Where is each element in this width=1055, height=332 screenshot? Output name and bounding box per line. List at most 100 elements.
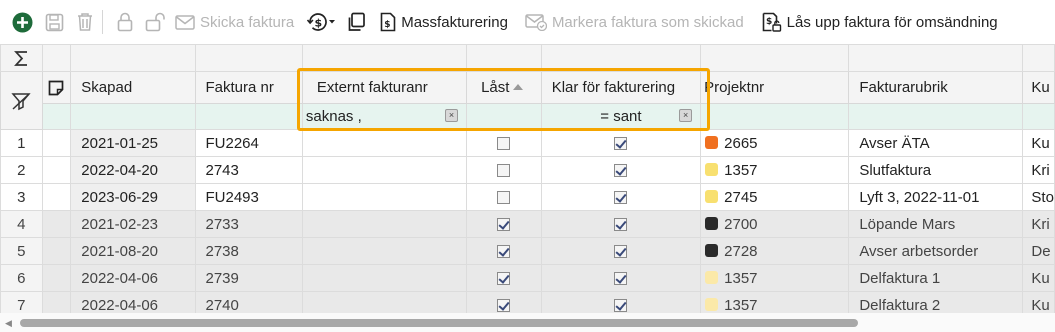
cell-created[interactable]: 2021-08-20 xyxy=(70,237,196,265)
unlock-resend-button[interactable]: $ Lås upp faktura för omsändning xyxy=(762,7,998,37)
ready-checkbox[interactable] xyxy=(614,218,628,232)
table-row[interactable]: 4 2021-02-23 2733 2700 Löpande Mars Kri xyxy=(0,210,1055,238)
column-header-external-no[interactable]: Externt fakturanr xyxy=(301,71,468,104)
ready-checkbox[interactable] xyxy=(614,272,628,286)
ready-checkbox[interactable] xyxy=(614,245,628,259)
cell-external-no[interactable] xyxy=(301,210,468,238)
cell-invoice-no[interactable]: 2739 xyxy=(194,264,303,292)
cell-project[interactable]: 2745 xyxy=(700,183,850,211)
note-cell[interactable] xyxy=(41,237,72,265)
cell-external-no[interactable] xyxy=(301,183,468,211)
cell-invoice-no[interactable]: FU2493 xyxy=(194,183,303,211)
cell-customer[interactable]: Ku xyxy=(1022,129,1055,157)
column-header-locked[interactable]: Låst xyxy=(466,71,542,104)
cell-heading[interactable]: Avser ÄTA xyxy=(848,129,1024,157)
filter-cell[interactable] xyxy=(41,103,72,130)
cell-invoice-no[interactable]: FU2264 xyxy=(194,129,303,157)
filter-cell-project[interactable] xyxy=(700,103,850,130)
notes-column-header[interactable] xyxy=(41,71,72,104)
note-cell[interactable] xyxy=(41,183,72,211)
note-cell[interactable] xyxy=(41,264,72,292)
cell-project[interactable]: 2700 xyxy=(700,210,850,238)
filter-cell-created[interactable] xyxy=(70,103,196,130)
filter-cell-locked[interactable] xyxy=(466,103,542,130)
cell-heading[interactable]: Delfaktura 1 xyxy=(848,264,1024,292)
cell-project[interactable]: 2665 xyxy=(700,129,850,157)
unlock-icon[interactable] xyxy=(145,7,165,37)
column-header-invoice-no[interactable]: Faktura nr xyxy=(194,71,303,104)
scrollbar-thumb[interactable] xyxy=(20,319,858,327)
cell-customer[interactable]: Ku xyxy=(1022,264,1055,292)
delete-icon[interactable] xyxy=(76,7,94,37)
note-cell[interactable] xyxy=(41,156,72,184)
cell-created[interactable]: 2022-04-06 xyxy=(70,264,196,292)
table-row[interactable]: 3 2023-06-29 FU2493 2745 Lyft 3, 2022-11-01 S… xyxy=(0,183,1055,211)
cell-ready[interactable] xyxy=(540,264,702,292)
lock-icon[interactable] xyxy=(117,7,133,37)
cell-heading[interactable]: Avser arbetsorder xyxy=(848,237,1024,265)
sum-toggle[interactable] xyxy=(0,44,43,72)
locked-checkbox[interactable] xyxy=(497,137,511,151)
filter-cell-customer[interactable] xyxy=(1022,103,1055,130)
cell-created[interactable]: 2021-01-25 xyxy=(70,129,196,157)
cell-external-no[interactable] xyxy=(301,156,468,184)
cell-external-no[interactable] xyxy=(301,264,468,292)
cell-external-no[interactable] xyxy=(301,237,468,265)
column-header-customer[interactable]: Ku xyxy=(1022,71,1055,104)
add-icon[interactable] xyxy=(12,7,33,37)
cell-locked[interactable] xyxy=(466,237,542,265)
filter-cell-external-no[interactable]: saknas , × xyxy=(301,103,468,130)
save-icon[interactable] xyxy=(45,7,64,37)
scroll-left-icon[interactable]: ◀ xyxy=(5,318,12,329)
cell-locked[interactable] xyxy=(466,129,542,157)
ready-checkbox[interactable] xyxy=(614,137,628,151)
cell-invoice-no[interactable]: 2733 xyxy=(194,210,303,238)
cell-project[interactable]: 1357 xyxy=(700,264,850,292)
cell-ready[interactable] xyxy=(540,156,702,184)
ready-checkbox[interactable] xyxy=(614,299,628,313)
clear-filters-button[interactable] xyxy=(0,71,43,130)
cell-locked[interactable] xyxy=(466,156,542,184)
cell-heading[interactable]: Löpande Mars xyxy=(848,210,1024,238)
cell-heading[interactable]: Slutfaktura xyxy=(848,156,1024,184)
filter-cell-ready[interactable]: = sant × xyxy=(540,103,702,130)
table-row[interactable]: 5 2021-08-20 2738 2728 Avser arbetsorder De xyxy=(0,237,1055,265)
cell-created[interactable]: 2023-06-29 xyxy=(70,183,196,211)
cell-invoice-no[interactable]: 2743 xyxy=(194,156,303,184)
table-row[interactable]: 1 2021-01-25 FU2264 2665 Avser ÄTA Ku xyxy=(0,129,1055,157)
filter-cell-invoice-no[interactable] xyxy=(194,103,303,130)
cell-locked[interactable] xyxy=(466,264,542,292)
cell-project[interactable]: 2728 xyxy=(700,237,850,265)
ready-checkbox[interactable] xyxy=(614,164,628,178)
cell-customer[interactable]: De xyxy=(1022,237,1055,265)
mass-invoicing-button[interactable]: $ Massfakturering xyxy=(380,7,508,37)
cell-locked[interactable] xyxy=(466,183,542,211)
ready-checkbox[interactable] xyxy=(614,191,628,205)
table-row[interactable]: 2 2022-04-20 2743 1357 Slutfaktura Kri xyxy=(0,156,1055,184)
cell-project[interactable]: 1357 xyxy=(700,156,850,184)
locked-checkbox[interactable] xyxy=(497,218,511,232)
cell-heading[interactable]: Lyft 3, 2022-11-01 xyxy=(848,183,1024,211)
clear-filter-icon[interactable]: × xyxy=(679,109,693,122)
filter-cell-heading[interactable] xyxy=(848,103,1024,130)
cell-ready[interactable] xyxy=(540,183,702,211)
cell-invoice-no[interactable]: 2738 xyxy=(194,237,303,265)
locked-checkbox[interactable] xyxy=(497,245,511,259)
locked-checkbox[interactable] xyxy=(497,191,511,205)
locked-checkbox[interactable] xyxy=(497,299,511,313)
locked-checkbox[interactable] xyxy=(497,164,511,178)
currency-history-menu[interactable]: $ xyxy=(306,7,336,37)
cell-created[interactable]: 2022-04-20 xyxy=(70,156,196,184)
cell-customer[interactable]: Kri xyxy=(1022,210,1055,238)
cell-customer[interactable]: Kri xyxy=(1022,156,1055,184)
locked-checkbox[interactable] xyxy=(497,272,511,286)
column-header-heading[interactable]: Fakturarubrik xyxy=(848,71,1024,104)
mark-sent-button[interactable]: Markera faktura som skickad xyxy=(525,7,744,37)
copy-icon[interactable] xyxy=(346,7,366,37)
cell-ready[interactable] xyxy=(540,237,702,265)
cell-locked[interactable] xyxy=(466,210,542,238)
note-cell[interactable] xyxy=(41,129,72,157)
cell-external-no[interactable] xyxy=(301,129,468,157)
column-header-ready[interactable]: Klar för fakturering xyxy=(540,71,702,104)
clear-filter-icon[interactable]: × xyxy=(445,109,459,122)
